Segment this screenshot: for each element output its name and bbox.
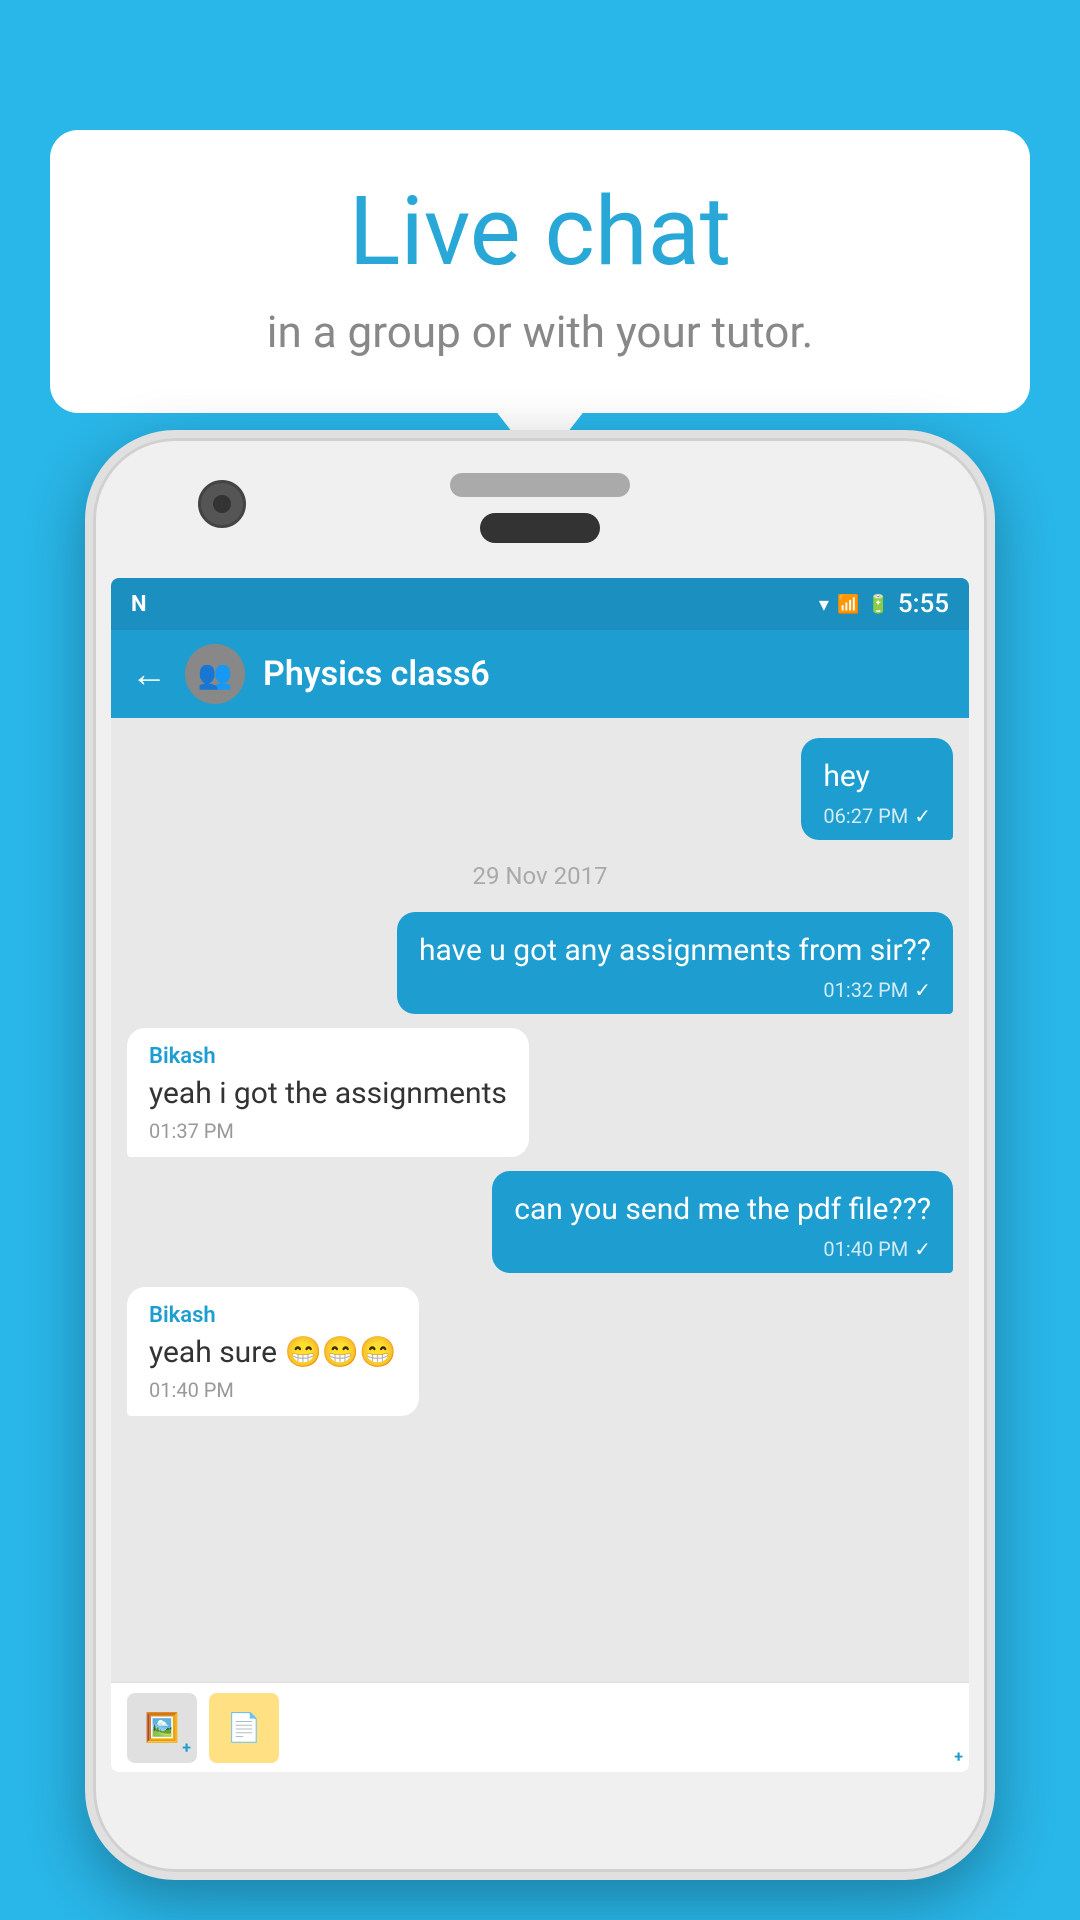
- message-out-2: have u got any assignments from sir?? 01…: [397, 912, 953, 1014]
- battery-icon: 🔋: [867, 594, 889, 615]
- msg-text-1: hey: [823, 756, 931, 798]
- image-icon: 🖼️: [145, 1711, 180, 1744]
- msg-sender-2: Bikash: [149, 1303, 397, 1328]
- chat-title: Physics class6: [263, 654, 490, 694]
- notification-icon: N: [131, 592, 147, 617]
- msg-text-4: can you send me the pdf file???: [514, 1189, 931, 1231]
- phone-speaker: [450, 473, 630, 497]
- message-out-3: can you send me the pdf file??? 01:40 PM…: [492, 1171, 953, 1273]
- msg-tick-2: ✓: [914, 978, 931, 1002]
- status-right: ▾ 📶 🔋 5:55: [819, 589, 949, 619]
- add-icon: +: [182, 1738, 191, 1757]
- side-button-right: [991, 758, 995, 848]
- message-in-2: Bikash yeah sure 😁😁😁 01:40 PM: [127, 1287, 419, 1416]
- status-time: 5:55: [898, 589, 949, 619]
- add-doc-icon: +: [954, 1747, 963, 1766]
- message-in-1: Bikash yeah i got the assignments 01:37 …: [127, 1028, 529, 1157]
- wifi-icon: ▾: [819, 592, 829, 616]
- group-avatar-icon: 👥: [198, 658, 233, 691]
- msg-meta-3: 01:40 PM ✓: [514, 1237, 931, 1261]
- document-icon: 📄: [227, 1711, 262, 1744]
- status-bar: N ▾ 📶 🔋 5:55: [111, 578, 969, 630]
- msg-tick-1: ✓: [914, 804, 931, 828]
- group-avatar: 👥: [185, 644, 245, 704]
- msg-time-4: 01:40 PM: [823, 1237, 908, 1261]
- msg-time-1: 06:27 PM: [823, 804, 908, 828]
- msg-meta-1: 06:27 PM ✓: [823, 804, 931, 828]
- bottom-bar: 🖼️ + 📄 +: [111, 1682, 969, 1772]
- side-button-left: [85, 758, 89, 818]
- msg-tick-3: ✓: [914, 1237, 931, 1261]
- document-attach-button[interactable]: 📄 +: [209, 1693, 279, 1763]
- message-out-1: hey 06:27 PM ✓: [801, 738, 953, 840]
- phone-screen: N ▾ 📶 🔋 5:55 ← 👥 Physics class6: [111, 578, 969, 1772]
- phone-frame: N ▾ 📶 🔋 5:55 ← 👥 Physics class6: [85, 430, 995, 1880]
- msg-time-3: 01:37 PM: [149, 1119, 507, 1143]
- msg-meta-2: 01:32 PM ✓: [419, 978, 931, 1002]
- msg-text-2: have u got any assignments from sir??: [419, 930, 931, 972]
- back-button[interactable]: ←: [131, 653, 167, 695]
- status-left: N: [131, 592, 147, 617]
- bubble-subtitle: in a group or with your tutor.: [110, 306, 970, 358]
- signal-icon: 📶: [837, 594, 859, 615]
- speech-bubble: Live chat in a group or with your tutor.: [50, 130, 1030, 413]
- image-attach-button[interactable]: 🖼️ +: [127, 1693, 197, 1763]
- msg-text-3: yeah i got the assignments: [149, 1073, 507, 1115]
- chat-area: hey 06:27 PM ✓ 29 Nov 2017 have u got an…: [111, 718, 969, 1682]
- app-toolbar: ← 👥 Physics class6: [111, 630, 969, 718]
- msg-time-5: 01:40 PM: [149, 1378, 397, 1402]
- bubble-title: Live chat: [110, 180, 970, 286]
- msg-text-5: yeah sure 😁😁😁: [149, 1332, 397, 1374]
- phone-earpiece: [480, 513, 600, 543]
- phone-camera: [198, 480, 246, 528]
- msg-sender-1: Bikash: [149, 1044, 507, 1069]
- date-divider: 29 Nov 2017: [127, 862, 953, 890]
- msg-time-2: 01:32 PM: [823, 978, 908, 1002]
